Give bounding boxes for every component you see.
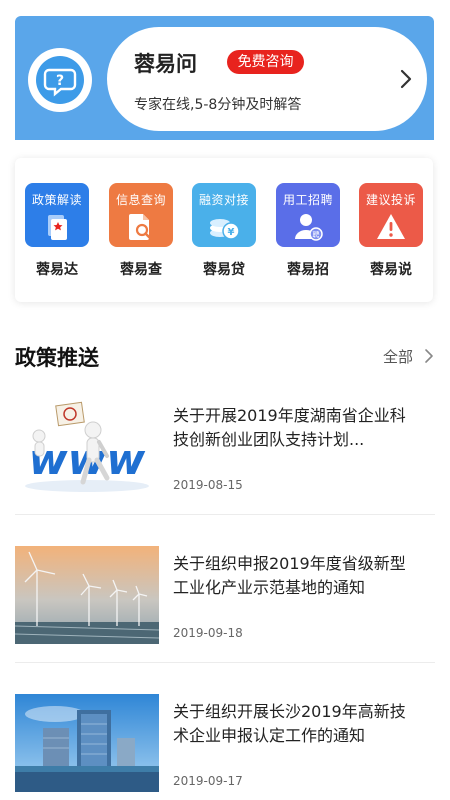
service-tile-text: 用工招聘: [282, 193, 333, 207]
service-tile-text: 信息查询: [115, 193, 166, 207]
divider: [15, 662, 435, 663]
news-title[interactable]: 关于组织申报2019年度省级新型工业化产业示范基地的通知: [173, 552, 413, 600]
service-tile-text: 政策解读: [31, 193, 82, 207]
view-all-link[interactable]: 全部: [383, 346, 413, 367]
service-complaint[interactable]: 建议投诉 蓉易说: [359, 183, 423, 278]
recruit-person-icon: 聘: [295, 214, 323, 241]
service-policy-reading[interactable]: 政策解读 蓉易达: [25, 183, 89, 278]
service-financing[interactable]: 融资对接 ¥ 蓉易贷: [192, 183, 256, 278]
service-label: 蓉易贷: [203, 262, 245, 278]
chevron-right-icon[interactable]: [396, 67, 416, 91]
banner-subtitle: 专家在线,5-8分钟及时解答: [134, 97, 302, 113]
service-tile[interactable]: 融资对接 ¥: [192, 183, 256, 247]
news-item[interactable]: www 关于开展2019年度湖南省企业科技创新创业团队支持计划... 2019-…: [15, 396, 435, 544]
service-recruitment[interactable]: 用工招聘 聘 蓉易招: [276, 183, 340, 278]
document-icon: [48, 215, 67, 240]
question-chat-icon: ?: [28, 48, 92, 112]
news-date: 2019-09-18: [173, 626, 243, 640]
service-info-query[interactable]: 信息查询 蓉易查: [109, 183, 173, 278]
service-label: 蓉易达: [36, 262, 78, 278]
service-label: 蓉易招: [287, 262, 329, 278]
coins-icon: ¥: [210, 219, 240, 240]
file-search-icon: [129, 214, 152, 240]
news-title[interactable]: 关于组织开展长沙2019年高新技术企业申报认定工作的通知: [173, 700, 413, 748]
service-tile[interactable]: 用工招聘 聘: [276, 183, 340, 247]
wind-turbines-image: [15, 546, 159, 644]
chevron-right-icon[interactable]: [424, 348, 434, 364]
service-tile-text: 建议投诉: [365, 193, 416, 207]
svg-text:¥: ¥: [228, 227, 235, 238]
policy-section-title: 政策推送: [15, 346, 99, 370]
banner-title: 蓉易问: [134, 52, 197, 76]
service-tile[interactable]: 信息查询: [109, 183, 173, 247]
free-consult-badge[interactable]: 免费咨询: [227, 50, 304, 74]
news-item[interactable]: 关于组织开展长沙2019年高新技术企业申报认定工作的通知 2019-09-17: [15, 692, 435, 800]
city-buildings-image: [15, 694, 159, 792]
news-date: 2019-09-17: [173, 774, 243, 788]
divider: [15, 514, 435, 515]
service-tile-text: 融资对接: [198, 193, 249, 207]
news-date: 2019-08-15: [173, 478, 243, 492]
service-label: 蓉易查: [120, 262, 162, 278]
svg-text:?: ?: [56, 73, 64, 89]
news-item[interactable]: 关于组织申报2019年度省级新型工业化产业示范基地的通知 2019-09-18: [15, 544, 435, 692]
news-title[interactable]: 关于开展2019年度湖南省企业科技创新创业团队支持计划...: [173, 404, 413, 452]
warning-icon: [377, 214, 405, 239]
svg-text:聘: 聘: [313, 230, 320, 239]
www-innovation-image: www: [15, 398, 159, 496]
service-tile[interactable]: 政策解读: [25, 183, 89, 247]
service-label: 蓉易说: [370, 262, 412, 278]
service-tile[interactable]: 建议投诉: [359, 183, 423, 247]
consult-card[interactable]: [107, 27, 427, 131]
